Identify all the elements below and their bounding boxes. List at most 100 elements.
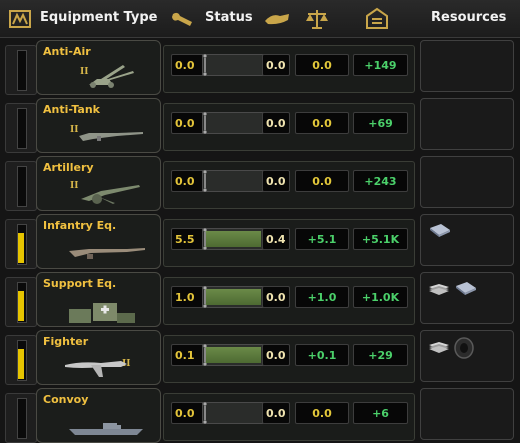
equipment-card[interactable]: Convoy bbox=[36, 388, 161, 443]
equipment-row[interactable]: Anti-Air II 0.0 0.0 0.0 +149 bbox=[0, 37, 520, 95]
equipment-row[interactable]: Support Eq. 1.0 0.0 +1.0 +1.0K bbox=[0, 269, 520, 327]
table-header: Equipment Type Status Resources bbox=[0, 0, 520, 38]
resources-slot bbox=[420, 156, 514, 208]
equipment-row[interactable]: Fighter II 0.1 0.0 +0.1 +29 bbox=[0, 327, 520, 385]
daily-change-value: 0.0 bbox=[295, 170, 349, 192]
equipment-card[interactable]: Infantry Eq. bbox=[36, 214, 161, 269]
equipment-name: Artillery bbox=[43, 161, 94, 174]
equipment-type-icon bbox=[9, 10, 31, 28]
stockpile-level-bar bbox=[5, 393, 37, 443]
needed-value: 0.0 bbox=[262, 170, 290, 192]
daily-change-value: +1.0 bbox=[295, 286, 349, 308]
stockpile-level-track bbox=[17, 50, 27, 91]
stockpile-level-fill bbox=[18, 233, 24, 263]
column-resources[interactable]: Resources bbox=[431, 10, 506, 25]
produced-value: 0.0 bbox=[171, 402, 204, 424]
resources-slot bbox=[420, 214, 514, 266]
production-marker-icon bbox=[203, 228, 207, 250]
produced-value: 0.0 bbox=[171, 170, 204, 192]
stockpile-level-bar bbox=[5, 219, 37, 269]
stockpile-level-track bbox=[17, 108, 27, 149]
status-panel: 0.0 0.0 0.0 +149 bbox=[163, 45, 415, 93]
production-marker-icon bbox=[203, 112, 207, 134]
equipment-name: Convoy bbox=[43, 393, 89, 406]
equipment-card[interactable]: Fighter II bbox=[36, 330, 161, 385]
stockpile-value: +5.1K bbox=[353, 228, 408, 250]
stockpile-value: +243 bbox=[353, 170, 408, 192]
status-panel: 0.0 0.0 0.0 +6 bbox=[163, 393, 415, 441]
stockpile-level-track bbox=[17, 398, 27, 439]
daily-change-value: +0.1 bbox=[295, 344, 349, 366]
produced-value: 0.1 bbox=[171, 344, 204, 366]
status-panel: 0.0 0.0 0.0 +69 bbox=[163, 103, 415, 151]
equipment-card[interactable]: Support Eq. bbox=[36, 272, 161, 327]
resources-slot bbox=[420, 98, 514, 150]
aluminium-icon bbox=[427, 279, 453, 301]
needed-value: 0.4 bbox=[262, 228, 290, 250]
resources-slot bbox=[420, 388, 514, 440]
equipment-name: Support Eq. bbox=[43, 277, 117, 290]
equipment-row[interactable]: Artillery II 0.0 0.0 0.0 +243 bbox=[0, 153, 520, 211]
production-bar bbox=[202, 112, 264, 134]
resources-slot bbox=[420, 272, 514, 324]
warehouse-icon bbox=[366, 7, 388, 29]
production-bar bbox=[202, 286, 264, 308]
daily-change-value: 0.0 bbox=[295, 112, 349, 134]
needed-value: 0.0 bbox=[262, 112, 290, 134]
equipment-name: Anti-Air bbox=[43, 45, 91, 58]
equipment-name: Fighter bbox=[43, 335, 89, 348]
equipment-row[interactable]: Convoy 0.0 0.0 0.0 +6 bbox=[0, 385, 520, 443]
column-status[interactable]: Status bbox=[205, 10, 253, 25]
steel-icon bbox=[427, 221, 453, 243]
production-bar bbox=[202, 228, 264, 250]
production-marker-icon bbox=[203, 402, 207, 424]
production-bar bbox=[202, 170, 264, 192]
stockpile-value: +149 bbox=[353, 54, 408, 76]
handshake-icon bbox=[265, 14, 289, 25]
stockpile-level-bar bbox=[5, 161, 37, 211]
stockpile-level-bar bbox=[5, 277, 37, 327]
status-panel: 0.0 0.0 0.0 +243 bbox=[163, 161, 415, 209]
production-bar bbox=[202, 54, 264, 76]
equipment-name: Infantry Eq. bbox=[43, 219, 117, 232]
stockpile-value: +6 bbox=[353, 402, 408, 424]
equipment-card[interactable]: Anti-Air II bbox=[36, 40, 161, 95]
resources-slot bbox=[420, 40, 514, 92]
needed-value: 0.0 bbox=[262, 344, 290, 366]
equipment-card[interactable]: Anti-Tank II bbox=[36, 98, 161, 153]
needed-value: 0.0 bbox=[262, 286, 290, 308]
wrench-icon bbox=[172, 12, 192, 26]
stockpile-level-bar bbox=[5, 45, 37, 95]
production-bar bbox=[202, 402, 264, 424]
production-bar-fill bbox=[205, 231, 261, 247]
equipment-name: Anti-Tank bbox=[43, 103, 100, 116]
produced-value: 0.0 bbox=[171, 112, 204, 134]
status-panel: 1.0 0.0 +1.0 +1.0K bbox=[163, 277, 415, 325]
production-bar bbox=[202, 344, 264, 366]
production-bar-fill bbox=[205, 289, 261, 305]
steel-icon bbox=[453, 279, 479, 301]
rubber-icon bbox=[453, 337, 475, 363]
aluminium-icon bbox=[427, 337, 453, 359]
stockpile-value: +69 bbox=[353, 112, 408, 134]
produced-value: 5.5 bbox=[171, 228, 204, 250]
production-marker-icon bbox=[203, 344, 207, 366]
resources-slot bbox=[420, 330, 514, 382]
daily-change-value: 0.0 bbox=[295, 54, 349, 76]
daily-change-value: +5.1 bbox=[295, 228, 349, 250]
production-marker-icon bbox=[203, 54, 207, 76]
stockpile-level-fill bbox=[18, 349, 24, 379]
column-equipment-type[interactable]: Equipment Type bbox=[40, 10, 157, 25]
needed-value: 0.0 bbox=[262, 54, 290, 76]
production-overview-panel: Equipment Type Status Resources Anti-Air bbox=[0, 0, 520, 443]
equipment-card[interactable]: Artillery II bbox=[36, 156, 161, 211]
stockpile-value: +29 bbox=[353, 344, 408, 366]
equipment-row[interactable]: Anti-Tank II 0.0 0.0 0.0 +69 bbox=[0, 95, 520, 153]
equipment-row[interactable]: Infantry Eq. 5.5 0.4 +5.1 +5.1K bbox=[0, 211, 520, 269]
daily-change-value: 0.0 bbox=[295, 402, 349, 424]
status-panel: 5.5 0.4 +5.1 +5.1K bbox=[163, 219, 415, 267]
produced-value: 0.0 bbox=[171, 54, 204, 76]
scales-icon bbox=[306, 10, 328, 29]
stockpile-level-bar bbox=[5, 103, 37, 153]
production-marker-icon bbox=[203, 286, 207, 308]
